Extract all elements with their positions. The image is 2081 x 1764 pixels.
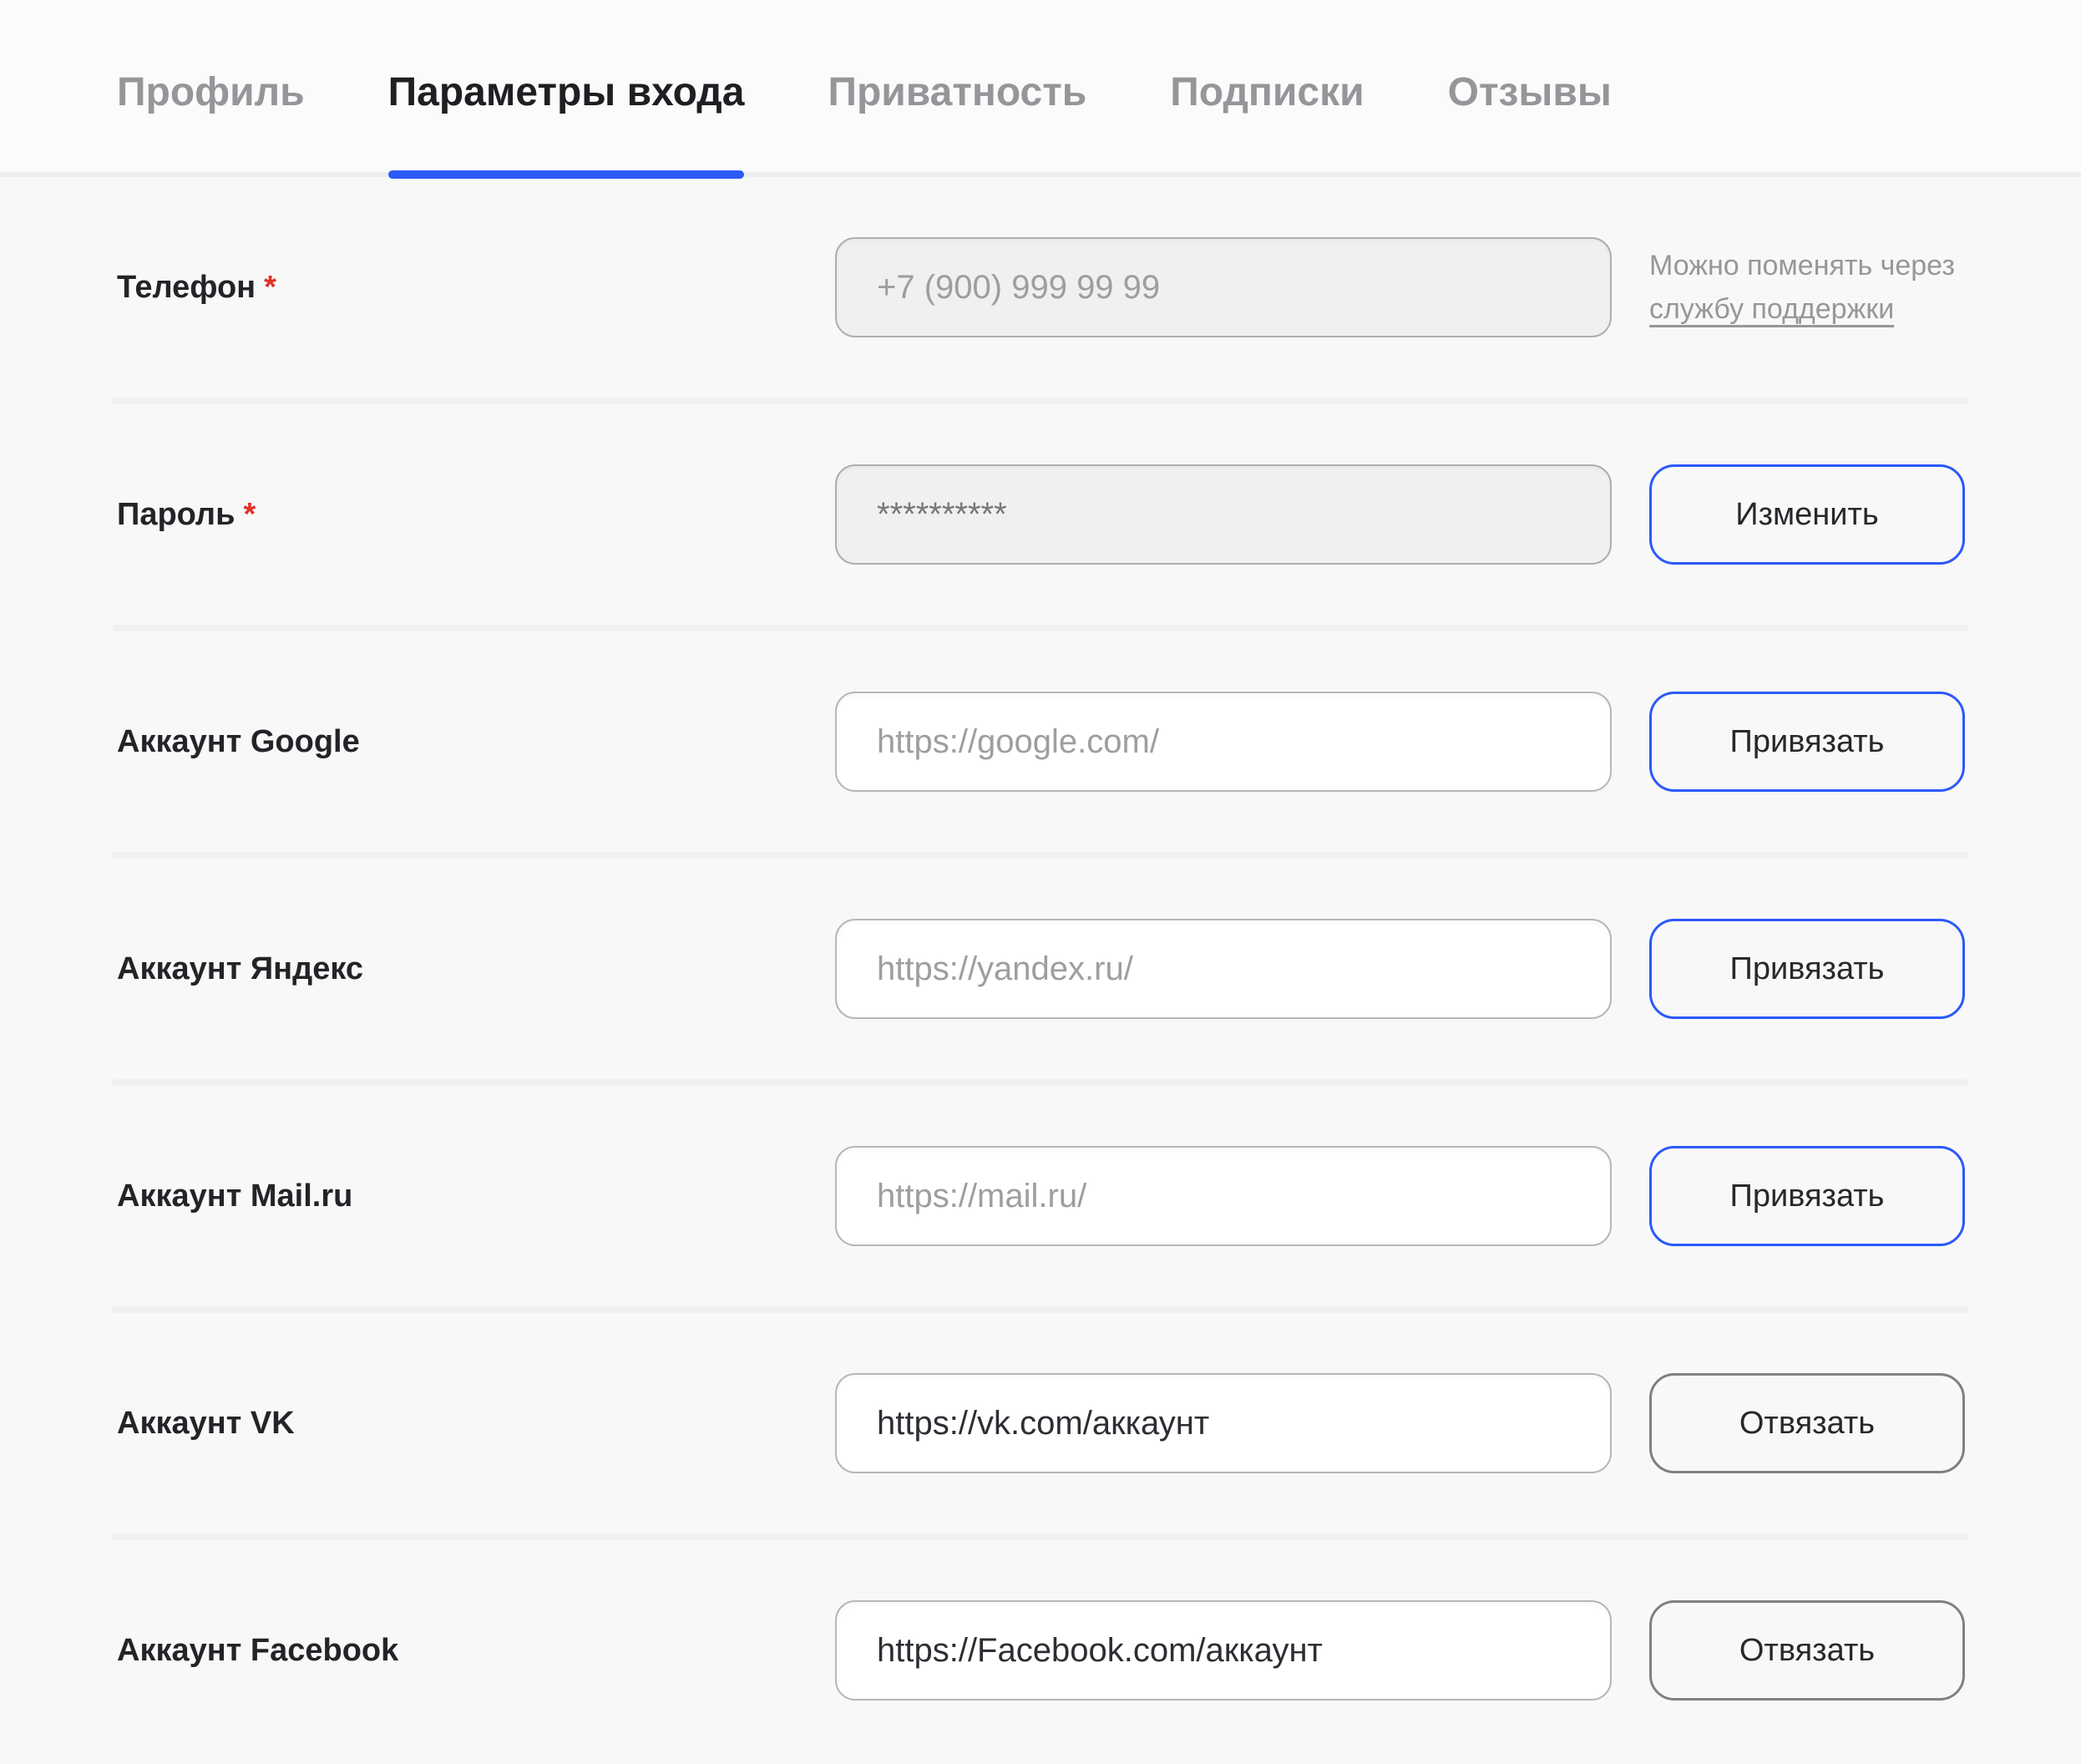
yandex-account-row: Аккаунт Яндекс Привязать [0, 859, 2081, 1079]
required-asterisk: * [264, 270, 276, 305]
phone-change-note: Можно поменять через службу поддержки [1649, 244, 1955, 331]
mailru-account-label: Аккаунт Mail.ru [117, 1179, 797, 1214]
google-account-input[interactable] [835, 692, 1612, 792]
row-divider [112, 398, 1968, 404]
google-account-label: Аккаунт Google [117, 724, 797, 760]
vk-account-input[interactable] [835, 1373, 1612, 1473]
phone-input [835, 237, 1612, 337]
unlink-vk-button[interactable]: Отвязать [1649, 1373, 1965, 1473]
vk-account-row: Аккаунт VK Отвязать [0, 1313, 2081, 1533]
link-google-button[interactable]: Привязать [1649, 692, 1965, 792]
row-divider [112, 1306, 1968, 1313]
row-divider [112, 1533, 1968, 1540]
phone-label: Телефон* [117, 270, 797, 306]
yandex-account-input[interactable] [835, 919, 1612, 1019]
phone-row: Телефон* Можно поменять через службу под… [0, 177, 2081, 398]
password-label: Пароль* [117, 497, 797, 533]
facebook-account-row: Аккаунт Facebook Отвязать [0, 1540, 2081, 1761]
yandex-account-label: Аккаунт Яндекс [117, 951, 797, 987]
password-row: Пароль* Изменить [0, 404, 2081, 625]
tab-profile[interactable]: Профиль [117, 0, 305, 172]
facebook-account-label: Аккаунт Facebook [117, 1633, 797, 1669]
password-input [835, 464, 1612, 565]
google-account-row: Аккаунт Google Привязать [0, 631, 2081, 852]
support-service-link[interactable]: службу поддержки [1649, 287, 1955, 331]
vk-account-label: Аккаунт VK [117, 1406, 797, 1442]
row-divider [112, 1079, 1968, 1086]
link-yandex-button[interactable]: Привязать [1649, 919, 1965, 1019]
unlink-facebook-button[interactable]: Отвязать [1649, 1600, 1965, 1701]
change-password-button[interactable]: Изменить [1649, 464, 1965, 565]
tab-login-settings[interactable]: Параметры входа [388, 0, 745, 172]
row-divider [112, 852, 1968, 859]
tab-privacy[interactable]: Приватность [828, 0, 1086, 172]
mailru-account-row: Аккаунт Mail.ru Привязать [0, 1086, 2081, 1306]
facebook-account-input[interactable] [835, 1600, 1612, 1701]
note-text: Можно поменять через [1649, 244, 1955, 287]
row-divider [112, 625, 1968, 631]
settings-tabbar: Профиль Параметры входа Приватность Подп… [0, 0, 2081, 177]
link-mailru-button[interactable]: Привязать [1649, 1146, 1965, 1246]
required-asterisk: * [243, 497, 256, 532]
tab-subscriptions[interactable]: Подписки [1170, 0, 1364, 172]
tab-reviews[interactable]: Отзывы [1448, 0, 1612, 172]
mailru-account-input[interactable] [835, 1146, 1612, 1246]
